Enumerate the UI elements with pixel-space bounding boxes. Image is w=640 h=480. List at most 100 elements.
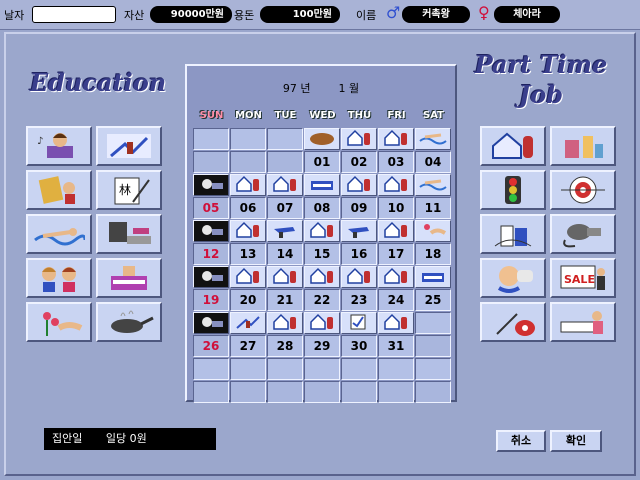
calendar-day-number xyxy=(267,151,303,173)
calendar-day-17[interactable]: 17 xyxy=(378,220,414,265)
calendar-day-28[interactable]: 28 xyxy=(267,312,303,357)
house-icon xyxy=(382,175,410,196)
calendar-day-13[interactable]: 13 xyxy=(230,220,266,265)
calendar-day-number: 18 xyxy=(415,243,451,265)
rest-icon xyxy=(197,174,225,196)
calendar-day-slot xyxy=(230,358,266,380)
assets-label: 자산 xyxy=(124,9,145,22)
baby-care-button[interactable] xyxy=(480,258,546,298)
cancel-button[interactable]: 취소 xyxy=(496,430,546,452)
calendar-day-20[interactable]: 20 xyxy=(230,266,266,311)
hair-dryer-button[interactable] xyxy=(550,214,616,254)
calendar-day-number: 19 xyxy=(193,289,229,311)
calendar-day-slot xyxy=(415,358,451,380)
darts-button[interactable] xyxy=(550,170,616,210)
calendar-day-14[interactable]: 14 xyxy=(267,220,303,265)
writing-button[interactable]: 林 xyxy=(96,170,162,210)
calendar-day-03[interactable]: 03 xyxy=(378,128,414,173)
calendar-day-schedule xyxy=(341,266,377,288)
calendar-day-schedule xyxy=(378,312,414,334)
rest-icon xyxy=(197,220,225,242)
calendar-day-schedule xyxy=(230,220,266,242)
calendar-day-19[interactable]: 19 xyxy=(193,266,229,311)
day-name-fri: FRI xyxy=(387,110,406,121)
calendar-day-number xyxy=(193,381,229,403)
day-name-thu: THU xyxy=(347,110,372,121)
house-cleaning-button[interactable] xyxy=(480,126,546,166)
flower-icon xyxy=(419,221,447,242)
calendar-empty-cell xyxy=(193,358,229,403)
traffic-light-button[interactable] xyxy=(480,170,546,210)
calendar-year: 97 년 xyxy=(282,82,311,95)
day-name-mon: MON xyxy=(235,110,262,121)
calendar-day-26[interactable]: 26 xyxy=(193,312,229,357)
calendar-day-number: 17 xyxy=(378,243,414,265)
calendar-day-15[interactable]: 15 xyxy=(304,220,340,265)
daughter-name: 체아라 xyxy=(494,6,560,23)
calendar-day-number: 03 xyxy=(378,151,414,173)
calendar-day-05[interactable]: 05 xyxy=(193,174,229,219)
study-button[interactable]: ♪ xyxy=(26,126,92,166)
piano-button[interactable] xyxy=(96,258,162,298)
calendar-day-schedule xyxy=(341,128,377,150)
milk-delivery-button[interactable] xyxy=(480,214,546,254)
calendar-day-11[interactable]: 11 xyxy=(415,174,451,219)
calendar-empty-cell xyxy=(304,358,340,403)
art-button[interactable] xyxy=(96,126,162,166)
calendar-day-names: SUN MON TUE WED THU FRI SAT xyxy=(193,110,452,121)
calendar-day-23[interactable]: 23 xyxy=(341,266,377,311)
calendar-day-08[interactable]: 08 xyxy=(304,174,340,219)
computer-button[interactable] xyxy=(96,214,162,254)
calendar-day-number xyxy=(341,381,377,403)
nursing-button[interactable] xyxy=(550,302,616,342)
house-icon xyxy=(382,129,410,150)
confirm-button[interactable]: 확인 xyxy=(550,430,602,452)
calendar-day-22[interactable]: 22 xyxy=(304,266,340,311)
vacuum-button[interactable] xyxy=(480,302,546,342)
calendar-day-07[interactable]: 07 xyxy=(267,174,303,219)
calendar-day-number: 31 xyxy=(378,335,414,357)
calendar-day-16[interactable]: 16 xyxy=(341,220,377,265)
cosmetics-button[interactable] xyxy=(550,126,616,166)
cooking-button[interactable] xyxy=(96,302,162,342)
calendar-day-schedule xyxy=(304,128,340,150)
day-name-tue: TUE xyxy=(274,110,297,121)
cooking-icon xyxy=(103,306,155,338)
calendar-day-30[interactable]: 30 xyxy=(341,312,377,357)
calendar-day-01[interactable]: 01 xyxy=(304,128,340,173)
calendar-day-schedule xyxy=(304,266,340,288)
calendar-day-10[interactable]: 10 xyxy=(378,174,414,219)
calendar-day-06[interactable]: 06 xyxy=(230,174,266,219)
calendar-day-number xyxy=(415,335,451,357)
sale-sign-icon: SALE xyxy=(557,262,609,294)
job-title: Part Time Job xyxy=(466,50,616,110)
piano-icon xyxy=(419,267,447,288)
calendar-day-24[interactable]: 24 xyxy=(378,266,414,311)
calendar-day-schedule xyxy=(341,312,377,334)
painting-button[interactable] xyxy=(26,170,92,210)
job-title-line1: Part Time xyxy=(474,50,608,79)
calendar-day-schedule xyxy=(193,220,229,242)
calendar-day-31[interactable]: 31 xyxy=(378,312,414,357)
milk-delivery-icon xyxy=(487,218,539,250)
calendar-day-04[interactable]: 04 xyxy=(415,128,451,173)
calendar-day-slot xyxy=(230,128,266,150)
calendar-day-25[interactable]: 25 xyxy=(415,266,451,311)
calendar-day-12[interactable]: 12 xyxy=(193,220,229,265)
calendar-day-29[interactable]: 29 xyxy=(304,312,340,357)
calendar-day-21[interactable]: 21 xyxy=(267,266,303,311)
house-icon xyxy=(271,267,299,288)
calendar-day-schedule xyxy=(267,220,303,242)
calendar-day-number: 01 xyxy=(304,151,340,173)
calendar-day-27[interactable]: 27 xyxy=(230,312,266,357)
swimming-button[interactable] xyxy=(26,214,92,254)
calendar-empty-cell xyxy=(378,358,414,403)
calendar-day-18[interactable]: 18 xyxy=(415,220,451,265)
flower-button[interactable] xyxy=(26,302,92,342)
date-label: 날자 xyxy=(4,9,25,22)
friends-button[interactable] xyxy=(26,258,92,298)
calendar-day-02[interactable]: 02 xyxy=(341,128,377,173)
sale-sign-button[interactable]: SALE xyxy=(550,258,616,298)
calendar-day-09[interactable]: 09 xyxy=(341,174,377,219)
svg-text:林: 林 xyxy=(119,183,131,197)
